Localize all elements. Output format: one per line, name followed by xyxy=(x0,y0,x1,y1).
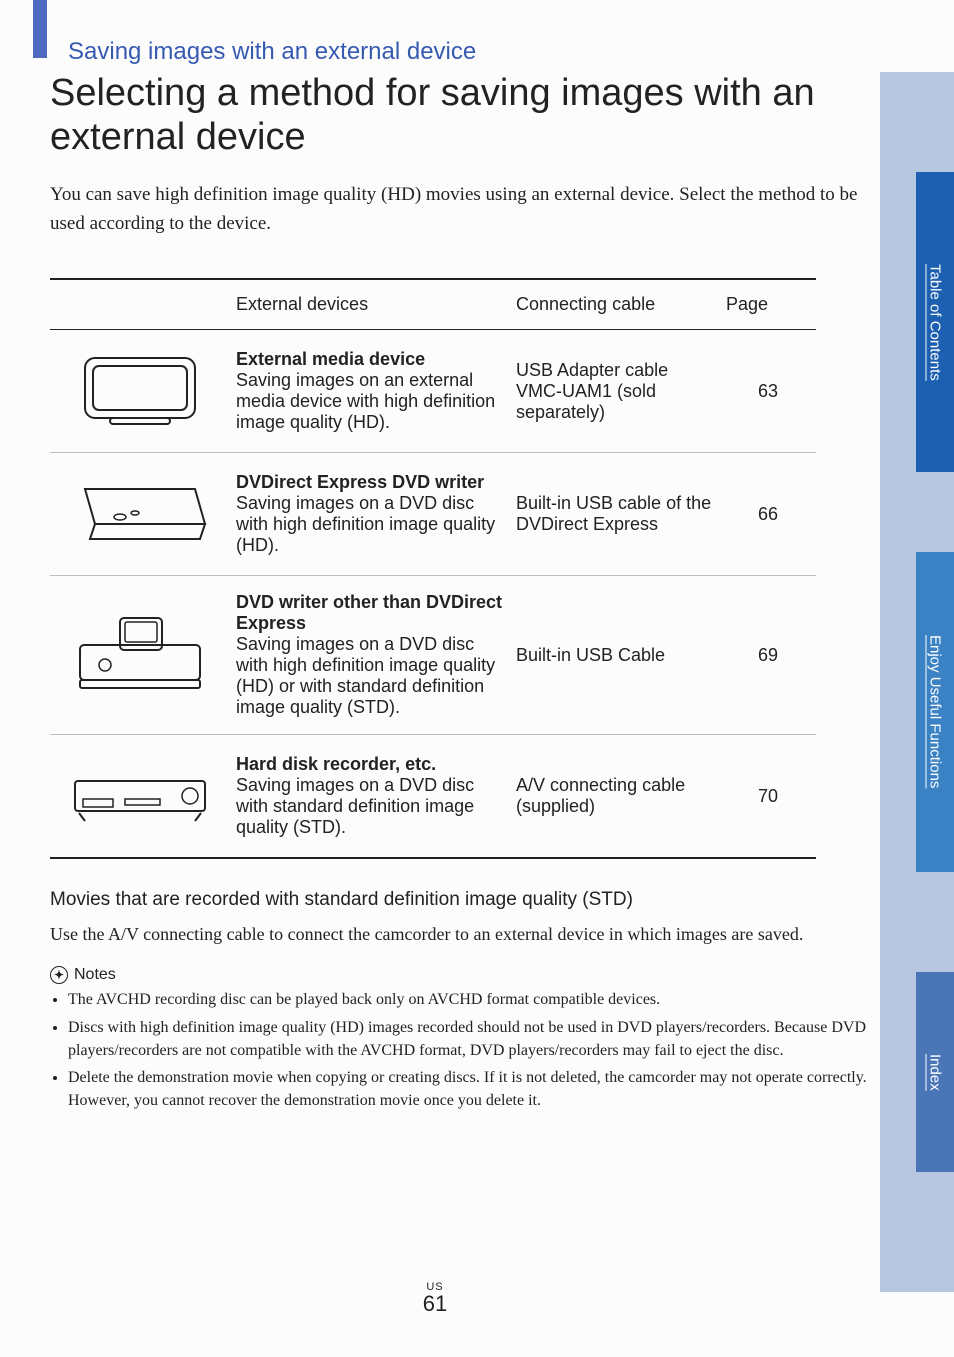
page-number: US 61 xyxy=(0,1281,870,1317)
tab-table-of-contents[interactable]: Table of Contents xyxy=(916,172,954,472)
section-accent-bar xyxy=(33,0,47,58)
table-row: Hard disk recorder, etc. Saving images o… xyxy=(50,735,816,859)
device-title: DVDirect Express DVD writer xyxy=(236,472,504,493)
subheading-std: Movies that are recorded with standard d… xyxy=(50,889,954,911)
table-row: External media device Saving images on a… xyxy=(50,330,816,453)
device-title: Hard disk recorder, etc. xyxy=(236,754,504,775)
device-cable: A/V connecting cable (supplied) xyxy=(510,735,720,859)
device-page-link[interactable]: 70 xyxy=(720,735,816,859)
device-page-link[interactable]: 63 xyxy=(720,330,816,453)
dvd-writer-icon xyxy=(65,610,215,695)
notes-icon: ✦ xyxy=(50,966,68,984)
tab-index[interactable]: Index xyxy=(916,972,954,1172)
tab-enjoy-useful-functions[interactable]: Enjoy Useful Functions xyxy=(916,552,954,872)
side-tabs: Table of Contents Enjoy Useful Functions… xyxy=(880,72,954,1292)
device-cable: Built-in USB cable of the DVDirect Expre… xyxy=(510,453,720,576)
device-desc: Saving images on an external media devic… xyxy=(236,370,504,433)
device-desc: Saving images on a DVD disc with high de… xyxy=(236,634,504,718)
dvd-express-icon xyxy=(65,469,215,554)
header-cable: Connecting cable xyxy=(510,279,720,330)
notes-heading: ✦ Notes xyxy=(50,966,954,984)
header-devices: External devices xyxy=(230,279,510,330)
devices-table: External devices Connecting cable Page E… xyxy=(50,278,816,859)
device-page-link[interactable]: 66 xyxy=(720,453,816,576)
device-cable: USB Adapter cable VMC-UAM1 (sold separat… xyxy=(510,330,720,453)
device-page-link[interactable]: 69 xyxy=(720,576,816,735)
notes-label-text: Notes xyxy=(74,966,116,984)
list-item: Delete the demonstration movie when copy… xyxy=(68,1066,874,1112)
notes-list: The AVCHD recording disc can be played b… xyxy=(50,988,954,1112)
page-title: Selecting a method for saving images wit… xyxy=(50,72,954,159)
hdd-recorder-icon xyxy=(65,751,215,836)
device-cable: Built-in USB Cable xyxy=(510,576,720,735)
device-desc: Saving images on a DVD disc with standar… xyxy=(236,775,504,838)
external-hdd-icon xyxy=(65,346,215,431)
intro-paragraph: You can save high definition image quali… xyxy=(50,181,954,238)
header-page: Page xyxy=(720,279,816,330)
device-desc: Saving images on a DVD disc with high de… xyxy=(236,493,504,556)
device-title: External media device xyxy=(236,349,504,370)
list-item: Discs with high definition image quality… xyxy=(68,1016,874,1062)
list-item: The AVCHD recording disc can be played b… xyxy=(68,988,874,1011)
sub-body: Use the A/V connecting cable to connect … xyxy=(50,921,954,948)
table-row: DVDirect Express DVD writer Saving image… xyxy=(50,453,816,576)
section-heading: Saving images with an external device xyxy=(68,38,954,66)
device-title: DVD writer other than DVDirect Express xyxy=(236,592,504,634)
table-row: DVD writer other than DVDirect Express S… xyxy=(50,576,816,735)
page-number-value: 61 xyxy=(423,1291,447,1316)
